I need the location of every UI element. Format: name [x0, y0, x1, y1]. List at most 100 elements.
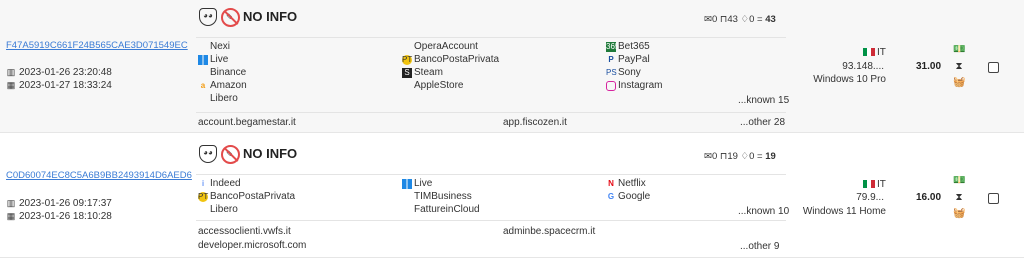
equals-sign: =	[757, 151, 763, 162]
domains-middle: app.fiscozen.it	[503, 117, 567, 131]
select-checkbox[interactable]	[988, 62, 999, 73]
domain-item: accessoclienti.vwfs.it	[198, 226, 291, 237]
calendar-check-icon: ▦	[6, 211, 16, 221]
blank-icon	[402, 192, 412, 202]
divider	[196, 37, 786, 38]
date-updated: ▦ 2023-01-26 18:10:28	[6, 211, 112, 222]
country-code: IT	[877, 179, 886, 190]
date-created: ▥ 2023-01-26 09:17:37	[6, 198, 112, 209]
blank-icon	[402, 205, 412, 215]
hash-link[interactable]: C0D60074EC8C5A6B9BB2493914D6AED6	[6, 170, 192, 181]
mail-icon: ✉	[704, 14, 712, 25]
bookmark-count: 43	[727, 14, 738, 25]
service-label: Google	[618, 191, 651, 202]
service-item: PT BancoPostaPrivata	[198, 190, 295, 203]
windows-icon	[198, 54, 208, 65]
counts: ✉0 ⊓43 ♢0 = 43	[704, 14, 776, 25]
money-icon[interactable]: 💵	[953, 175, 965, 187]
mail-count: 0	[711, 14, 718, 25]
status-label: NO INFO	[243, 146, 298, 161]
divider	[196, 174, 786, 175]
service-item: Binance	[198, 66, 247, 79]
service-label: PayPal	[618, 54, 650, 65]
italy-flag-icon	[863, 48, 875, 57]
date-updated: ▦ 2023-01-27 18:33:24	[6, 80, 112, 91]
apple-icon	[402, 81, 412, 91]
service-label: Live	[210, 54, 229, 65]
mail-count: 0	[711, 151, 718, 162]
service-label: BancoPostaPrivata	[210, 191, 296, 202]
gem-icon: ♢	[740, 151, 750, 162]
hourglass-icon[interactable]: ⧗	[953, 61, 965, 73]
blank-icon	[198, 94, 208, 104]
paypal-icon: P	[608, 54, 614, 64]
result-row: F47A5919C661F24B565CAE3D071549EC ▥ 2023-0…	[0, 0, 1024, 133]
gem-count: 0	[749, 151, 755, 162]
hash-link[interactable]: F47A5919C661F24B565CAE3D071549EC	[6, 40, 188, 51]
results-list: F47A5919C661F24B565CAE3D071549EC ▥ 2023-0…	[0, 0, 1024, 258]
blank-icon	[402, 42, 412, 52]
service-item: AppleStore	[402, 79, 499, 92]
service-label: Bet365	[618, 41, 650, 52]
equals-sign: =	[757, 14, 763, 25]
service-item: P PayPal	[606, 53, 662, 66]
money-icon[interactable]: 💵	[953, 44, 965, 56]
country: IT	[863, 179, 886, 190]
service-label: Live	[414, 178, 433, 189]
domain-item: account.begamestar.it	[198, 117, 296, 128]
service-item: S Steam	[402, 66, 499, 79]
service-label: Steam	[414, 67, 443, 78]
domain-item: adminbe.spacecrm.it	[503, 226, 596, 237]
gem-icon: ♢	[740, 14, 750, 25]
calendar-icon: ▥	[6, 67, 16, 77]
basket-icon[interactable]: 🧺	[953, 77, 965, 89]
total-count: 43	[765, 14, 776, 25]
total-count: 19	[765, 151, 776, 162]
select-checkbox[interactable]	[988, 193, 999, 204]
indeed-icon: i	[202, 178, 204, 188]
service-label: Libero	[210, 93, 238, 104]
services-col-2: OperaAccount PT BancoPostaPrivata S Steam App…	[402, 40, 499, 92]
service-item: OperaAccount	[402, 40, 499, 53]
no-info-icon: ✎	[221, 145, 240, 164]
amazon-icon: a	[200, 80, 206, 90]
domains-left: accessoclienti.vwfs.it developer.microsof…	[198, 226, 306, 254]
service-item: Nexi	[198, 40, 247, 53]
services-col-1: i Indeed PT BancoPostaPrivata Libero	[198, 177, 295, 216]
ip-address: 93.148....	[842, 61, 884, 72]
instagram-icon	[606, 80, 616, 91]
service-label: Libero	[210, 204, 238, 215]
other-more-link[interactable]: ...other 28	[740, 117, 785, 128]
service-label: FattureinCloud	[414, 204, 480, 215]
other-more-link[interactable]: ...other 9	[740, 241, 779, 252]
date-created: ▥ 2023-01-26 23:20:48	[6, 67, 112, 78]
service-item: a Amazon	[198, 79, 247, 92]
service-item: G Google	[606, 190, 650, 203]
service-label: Sony	[618, 67, 641, 78]
country-code: IT	[877, 47, 886, 58]
service-label: OperaAccount	[414, 41, 478, 52]
steam-icon: S	[402, 67, 412, 78]
operating-system: Windows 10 Pro	[813, 74, 886, 85]
service-label: Amazon	[210, 80, 247, 91]
price: 31.00	[916, 61, 942, 72]
service-item: Live	[402, 177, 480, 190]
known-more-link[interactable]: ...known 15	[738, 95, 789, 106]
known-more-link[interactable]: ...known 10	[738, 206, 789, 217]
gem-count: 0	[749, 14, 755, 25]
operating-system: Windows 11 Home	[802, 206, 886, 217]
service-label: Nexi	[210, 41, 231, 52]
bet365-icon: 365	[606, 41, 620, 52]
services-col-3: 365 Bet365 P PayPal PS Sony Instagram	[606, 40, 662, 92]
blank-icon	[198, 42, 208, 52]
divider	[196, 112, 786, 113]
mail-icon: ✉	[704, 151, 712, 162]
service-item: FattureinCloud	[402, 203, 480, 216]
service-item: Live	[198, 53, 247, 66]
service-item: N Netflix	[606, 177, 650, 190]
basket-icon[interactable]: 🧺	[953, 208, 965, 220]
bookmark-count: 19	[727, 151, 738, 162]
google-icon: G	[607, 191, 615, 201]
divider	[196, 220, 786, 221]
hourglass-icon[interactable]: ⧗	[953, 192, 965, 204]
